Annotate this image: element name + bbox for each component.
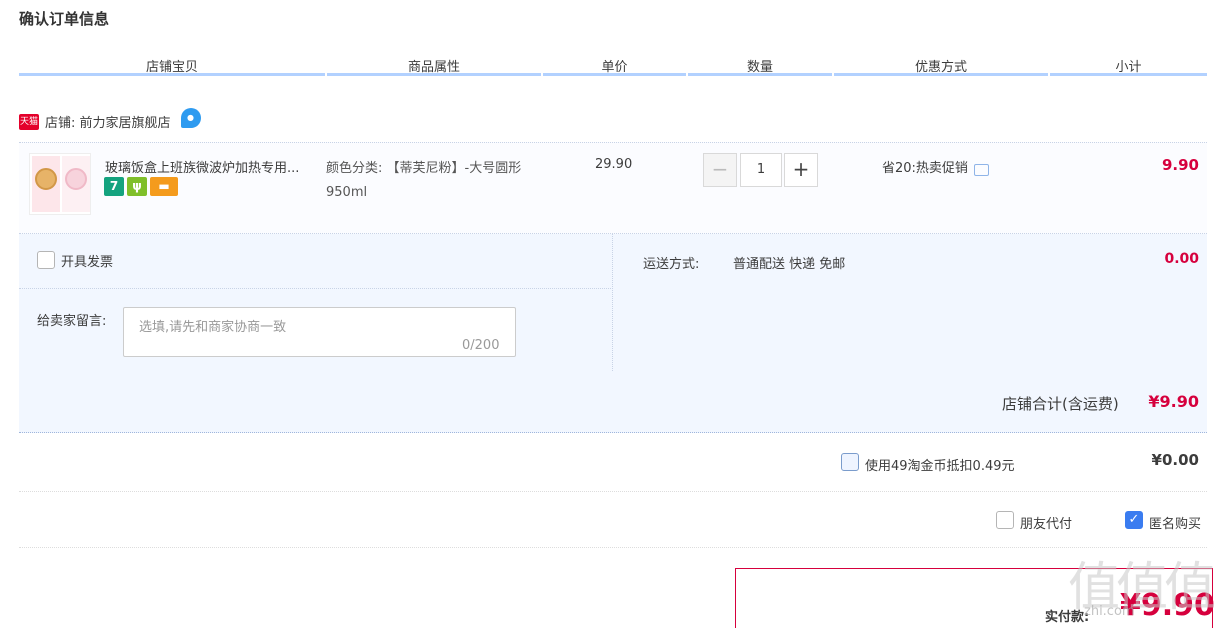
quantity-decrease-button[interactable]: −	[703, 153, 737, 187]
guarantee-icon[interactable]: ψ	[127, 177, 147, 196]
message-placeholder: 选填,请先和商家协商一致	[139, 320, 287, 335]
credit-card-icon[interactable]: ▬	[150, 177, 178, 196]
item-subtotal: 9.90	[1161, 156, 1199, 174]
col-header-promo: 优惠方式	[834, 56, 1048, 76]
shop-name[interactable]: 店铺: 前力家居旗舰店	[45, 112, 171, 131]
divider	[19, 491, 1207, 492]
promo-label: 省20:热卖促销	[882, 161, 968, 176]
col-header-attribute: 商品属性	[327, 56, 541, 76]
col-header-item: 店铺宝贝	[19, 56, 325, 76]
coin-value: ¥0.00	[1151, 451, 1199, 469]
quantity-increase-button[interactable]: +	[784, 153, 818, 187]
quantity-input[interactable]: 1	[740, 153, 782, 187]
page-title: 确认订单信息	[19, 10, 110, 28]
invoice-checkbox[interactable]	[37, 251, 55, 269]
shipping-method: 普通配送 快递 免邮	[733, 257, 846, 272]
item-title[interactable]: 玻璃饭盒上班族微波炉加热专用...	[105, 157, 320, 176]
shipping-price: 0.00	[1164, 251, 1199, 267]
promo-info: 省20:热卖促销	[882, 157, 989, 176]
chat-icon[interactable]: ●	[180, 107, 201, 128]
shop-row: 天猫 店铺: 前力家居旗舰店 ●	[19, 107, 201, 131]
col-header-quantity: 数量	[688, 56, 832, 76]
coin-checkbox[interactable]	[841, 453, 859, 471]
col-header-unit-price: 单价	[543, 56, 686, 76]
tmall-icon: 天猫	[19, 113, 39, 130]
service-icons: 7 ψ ▬	[104, 177, 178, 196]
seven-day-return-icon[interactable]: 7	[104, 177, 124, 196]
friend-pay-label[interactable]: 朋友代付	[1020, 513, 1072, 532]
divider	[19, 547, 1207, 548]
anonymous-label[interactable]: 匿名购买	[1149, 513, 1201, 532]
shipping-label: 运送方式:	[643, 257, 700, 272]
coin-label[interactable]: 使用49淘金币抵扣0.49元	[865, 455, 1015, 474]
unit-price: 29.90	[595, 157, 633, 172]
message-label: 给卖家留言:	[37, 314, 107, 329]
divider	[19, 288, 613, 289]
shop-total-label: 店铺合计(含运费)	[1002, 395, 1119, 413]
item-row	[19, 142, 1207, 234]
friend-pay-checkbox[interactable]	[996, 511, 1014, 529]
watermark-site: zhi.com	[1084, 604, 1135, 619]
anonymous-checkbox[interactable]: ✓	[1125, 511, 1143, 529]
item-attribute: 颜色分类: 【蒂芙尼粉】-大号圆形950ml	[326, 161, 522, 200]
product-thumbnail[interactable]	[29, 153, 91, 215]
comment-icon[interactable]	[973, 163, 989, 176]
message-char-count: 0/200	[462, 338, 500, 353]
shop-total-value: ¥9.90	[1148, 392, 1199, 411]
invoice-label[interactable]: 开具发票	[61, 251, 113, 270]
shipping-panel	[613, 234, 1207, 371]
col-header-subtotal: 小计	[1050, 56, 1207, 76]
